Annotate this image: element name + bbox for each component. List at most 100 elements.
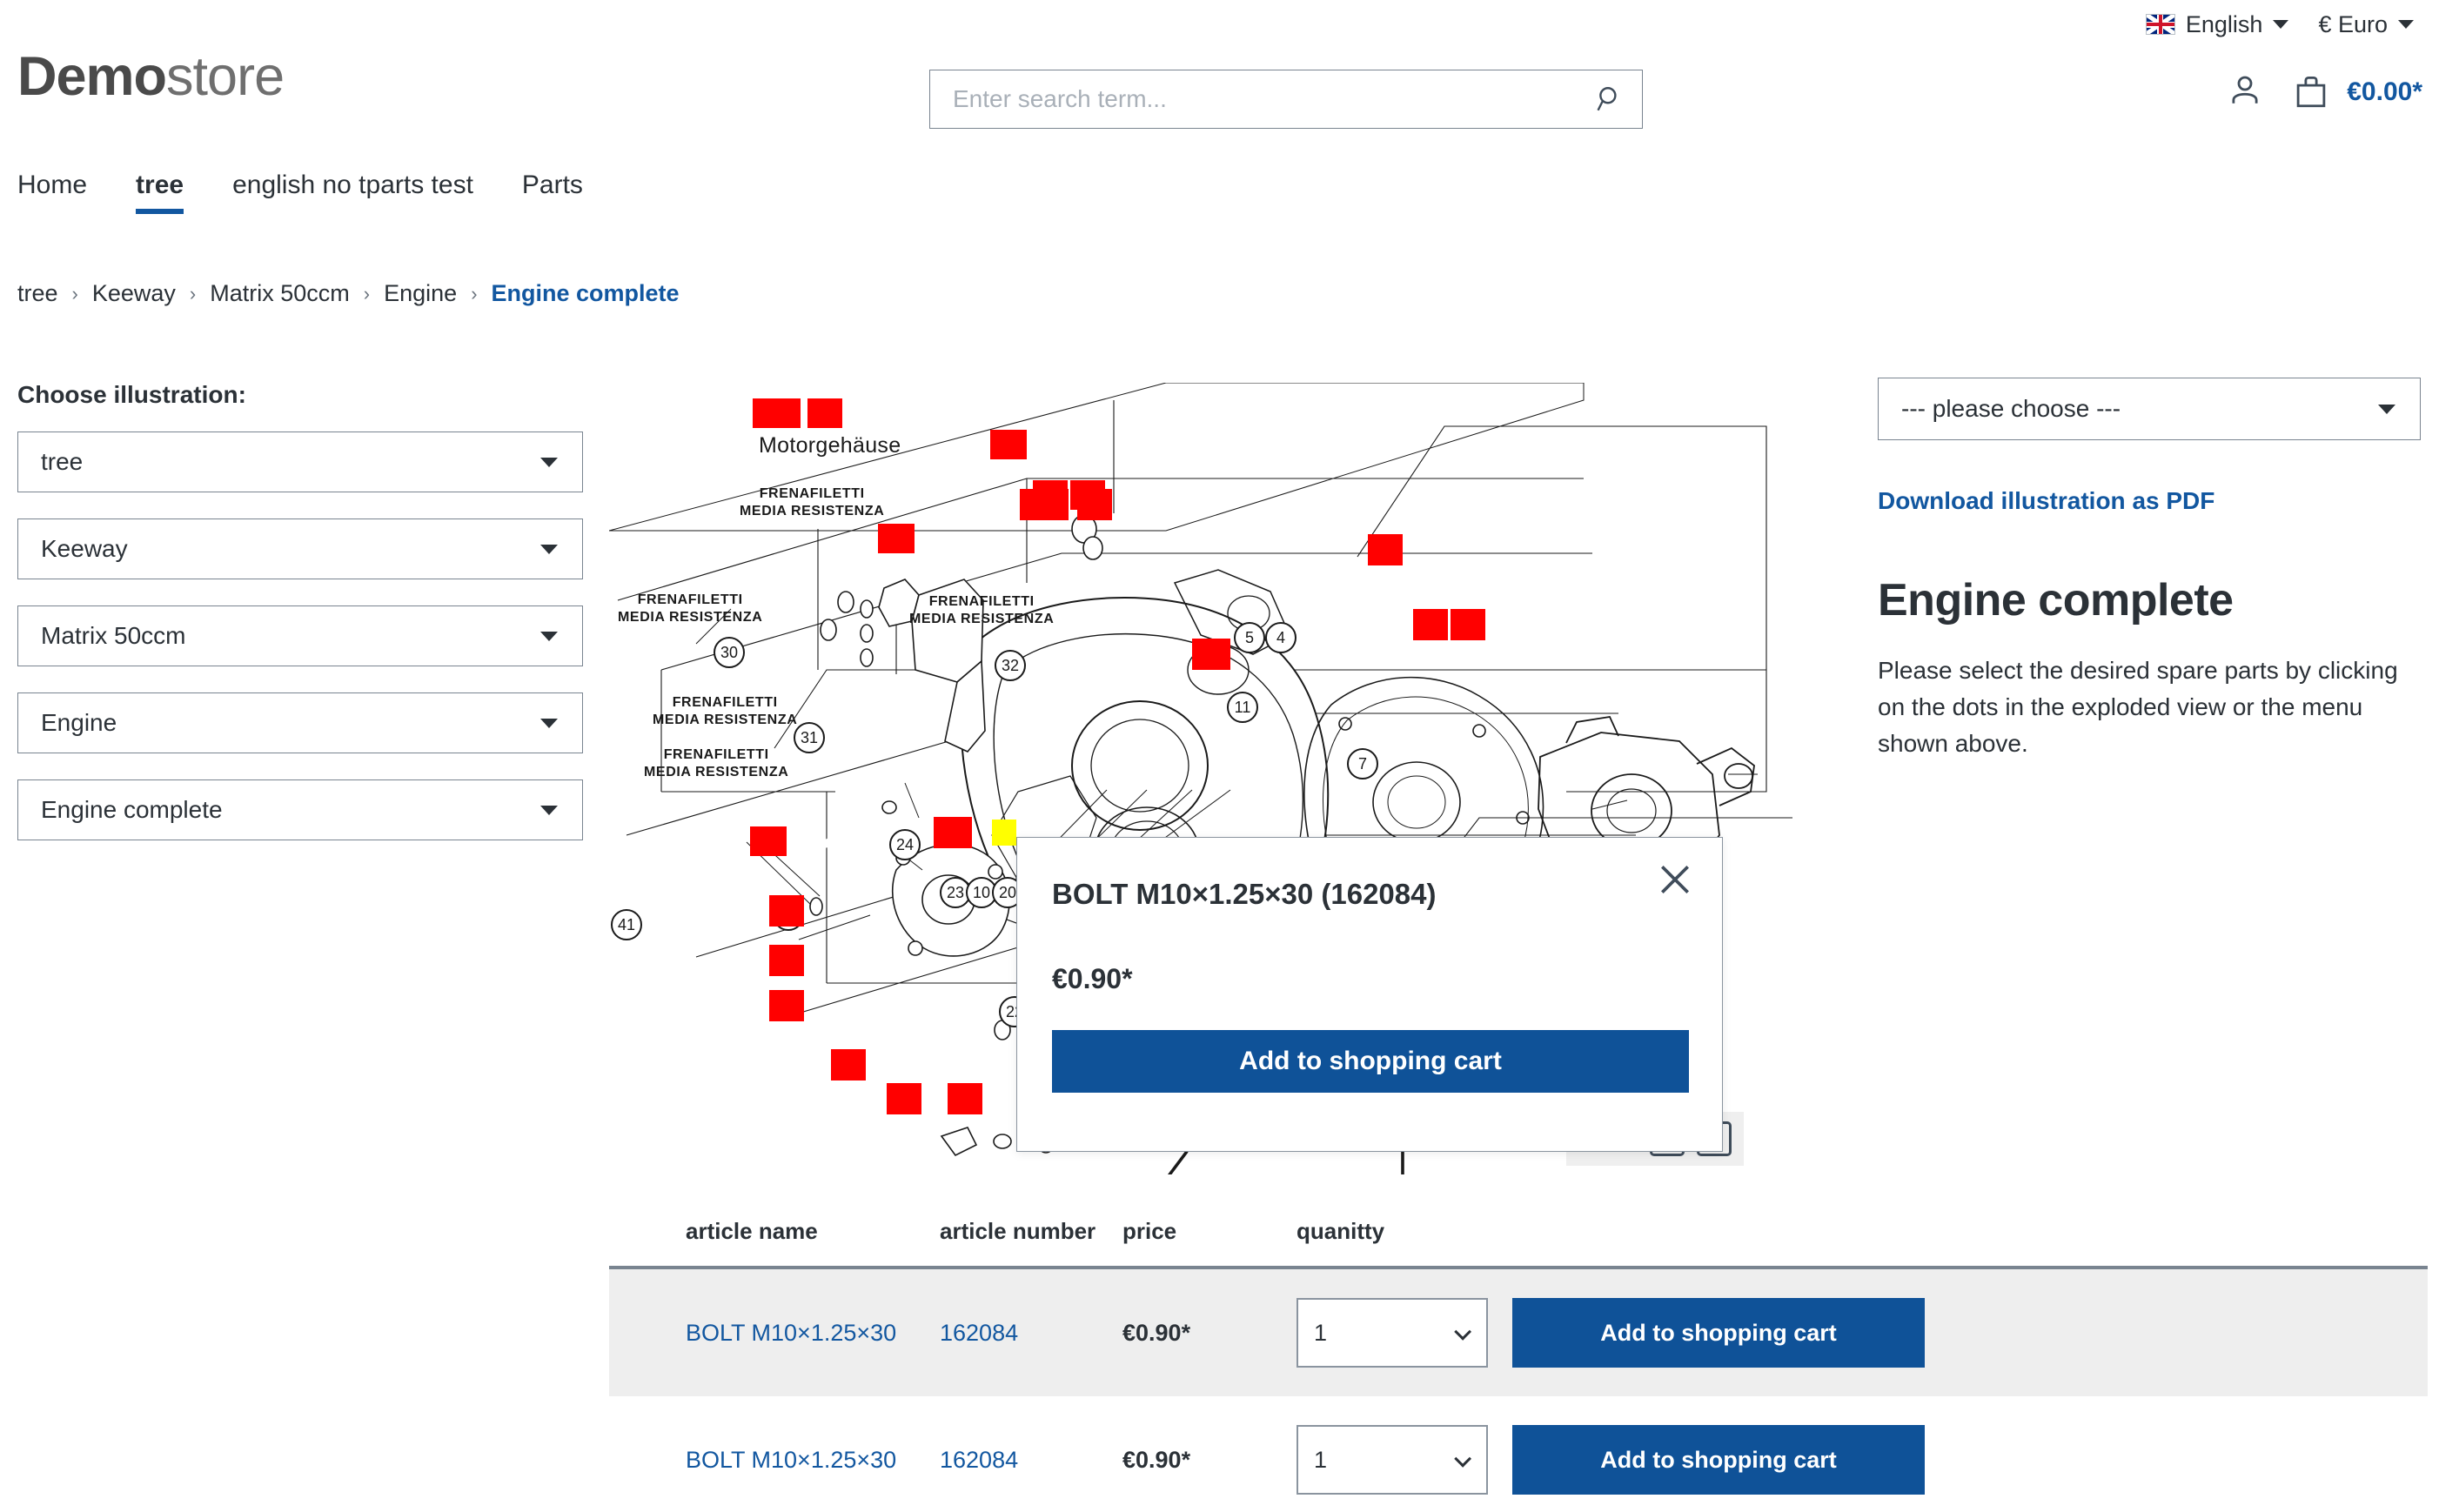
breadcrumb-item-tree[interactable]: tree (17, 280, 58, 307)
chevron-down-icon (540, 545, 558, 554)
breadcrumb-item-engine[interactable]: Engine (384, 280, 457, 307)
select-assembly-value: Engine (41, 709, 117, 736)
search-submit-button[interactable] (1578, 70, 1642, 128)
close-icon[interactable] (1656, 860, 1694, 899)
callout-24[interactable]: 24 (889, 829, 921, 860)
callout-31[interactable]: 31 (794, 722, 825, 753)
language-label: English (2185, 10, 2263, 37)
adhesive-note: FRENAFILETTI MEDIA RESISTENZA (644, 747, 789, 779)
part-hotspot[interactable] (934, 817, 972, 848)
language-switcher[interactable]: English (2145, 10, 2289, 38)
nav-item-parts[interactable]: Parts (522, 171, 607, 214)
callout-4[interactable]: 4 (1265, 622, 1297, 653)
row-article-name-link[interactable]: BOLT M10×1.25×30 (686, 1447, 896, 1473)
select-illustration[interactable]: Engine complete (17, 779, 583, 840)
user-icon (2232, 76, 2258, 104)
breadcrumb-item-engine-complete: Engine complete (491, 280, 680, 306)
part-hotspot[interactable] (1077, 489, 1112, 520)
select-manufacturer[interactable]: Keeway (17, 518, 583, 579)
cart-amount: €0.00* (2347, 77, 2422, 106)
part-hotspot[interactable] (753, 398, 801, 428)
part-detail-popup: BOLT M10×1.25×30 (162084) €0.90* Add to … (1016, 837, 1723, 1152)
part-hotspot[interactable] (948, 1083, 982, 1114)
nav-item-home[interactable]: Home (17, 171, 111, 214)
page-root: English € Euro Demostore Enter search te… (0, 0, 2459, 1512)
select-model[interactable]: Matrix 50ccm (17, 605, 583, 666)
part-hotspot[interactable] (990, 430, 1027, 459)
download-pdf-link[interactable]: Download illustration as PDF (1878, 487, 2421, 515)
row-article-number-link[interactable]: 162084 (940, 1447, 1018, 1473)
column-header-price: price (1122, 1218, 1177, 1244)
callout-30[interactable]: 30 (714, 637, 745, 668)
part-hotspot[interactable] (769, 990, 804, 1021)
site-logo[interactable]: Demostore (17, 45, 285, 108)
breadcrumb: tree › Keeway › Matrix 50ccm › Engine › … (17, 280, 680, 307)
column-header-quantity: quanitty (1297, 1218, 1385, 1244)
cart-button[interactable]: €0.00* (2293, 74, 2422, 110)
chevron-down-icon (540, 458, 558, 467)
part-hotspot[interactable] (1368, 534, 1403, 565)
row-add-to-cart-button[interactable]: Add to shopping cart (1512, 1298, 1925, 1368)
popup-add-to-cart-button[interactable]: Add to shopping cart (1052, 1030, 1689, 1093)
part-hotspot[interactable] (1413, 609, 1448, 640)
row-article-number-link[interactable]: 162084 (940, 1320, 1018, 1346)
part-hotspot[interactable] (1192, 639, 1230, 670)
select-illustration-value: Engine complete (41, 796, 223, 823)
part-hotspot[interactable] (887, 1083, 921, 1114)
table-row: BOLT M10×1.25×30 162084 €0.90* 1 Add to … (609, 1269, 2428, 1396)
part-hotspot[interactable] (769, 895, 804, 927)
select-part-chooser[interactable]: --- please choose --- (1878, 378, 2421, 440)
part-hotspot[interactable] (878, 524, 915, 553)
chevron-down-icon (2398, 20, 2414, 29)
part-hotspot[interactable] (831, 1049, 866, 1080)
column-header-article-name: article name (686, 1218, 818, 1244)
top-utility-bar: English € Euro (0, 0, 2459, 49)
callout-32[interactable]: 32 (995, 650, 1026, 681)
callout-5[interactable]: 5 (1234, 622, 1265, 653)
row-price: €0.90* (1122, 1446, 1191, 1473)
part-hotspot[interactable] (807, 398, 842, 428)
callout-41[interactable]: 41 (611, 909, 642, 940)
part-hotspot-selected[interactable] (992, 820, 1016, 846)
nav-item-tree[interactable]: tree (136, 171, 208, 214)
breadcrumb-item-keeway[interactable]: Keeway (92, 280, 176, 307)
select-tree[interactable]: tree (17, 432, 583, 492)
logo-light-part: store (166, 46, 285, 107)
callout-7[interactable]: 7 (1347, 748, 1378, 779)
chevron-down-icon (1454, 1449, 1472, 1468)
popup-part-title: BOLT M10×1.25×30 (162084) (1052, 878, 1437, 910)
breadcrumb-item-matrix-50ccm[interactable]: Matrix 50ccm (210, 280, 350, 307)
logo-bold-part: Demo (17, 46, 167, 107)
part-hotspot[interactable] (750, 826, 787, 856)
main-navigation: Home tree english no tparts test Parts (0, 171, 2459, 231)
callout-11b[interactable]: 11 (1227, 692, 1258, 723)
select-tree-value: tree (41, 448, 84, 475)
select-assembly[interactable]: Engine (17, 692, 583, 753)
row-quantity-select[interactable]: 1 (1297, 1298, 1488, 1368)
table-header-row: article name article number price quanit… (609, 1218, 2428, 1266)
header-actions: €0.00* (2227, 71, 2422, 112)
breadcrumb-separator: › (71, 282, 78, 304)
part-hotspot[interactable] (1020, 489, 1069, 520)
row-quantity-select[interactable]: 1 (1297, 1425, 1488, 1495)
currency-switcher[interactable]: € Euro (2318, 11, 2414, 38)
part-hotspot[interactable] (769, 945, 804, 976)
breadcrumb-separator: › (363, 282, 371, 304)
account-button[interactable] (2227, 71, 2263, 112)
breadcrumb-separator: › (189, 282, 197, 304)
chevron-down-icon (540, 806, 558, 815)
search-input[interactable] (930, 70, 1578, 128)
select-model-value: Matrix 50ccm (41, 622, 186, 649)
nav-item-english-no-tparts-test[interactable]: english no tparts test (232, 171, 498, 214)
row-add-to-cart-button[interactable]: Add to shopping cart (1512, 1425, 1925, 1495)
select-manufacturer-value: Keeway (41, 535, 128, 562)
row-article-name-link[interactable]: BOLT M10×1.25×30 (686, 1320, 896, 1346)
page-title: Engine complete (1878, 575, 2234, 626)
select-part-chooser-value: --- please choose --- (1901, 395, 2121, 422)
part-hotspot[interactable] (1451, 609, 1485, 640)
chevron-down-icon (540, 719, 558, 728)
column-header-article-number: article number (940, 1218, 1096, 1244)
chevron-down-icon (2378, 405, 2395, 414)
search-bar (929, 70, 1643, 129)
adhesive-note: FRENAFILETTI MEDIA RESISTENZA (618, 592, 763, 625)
